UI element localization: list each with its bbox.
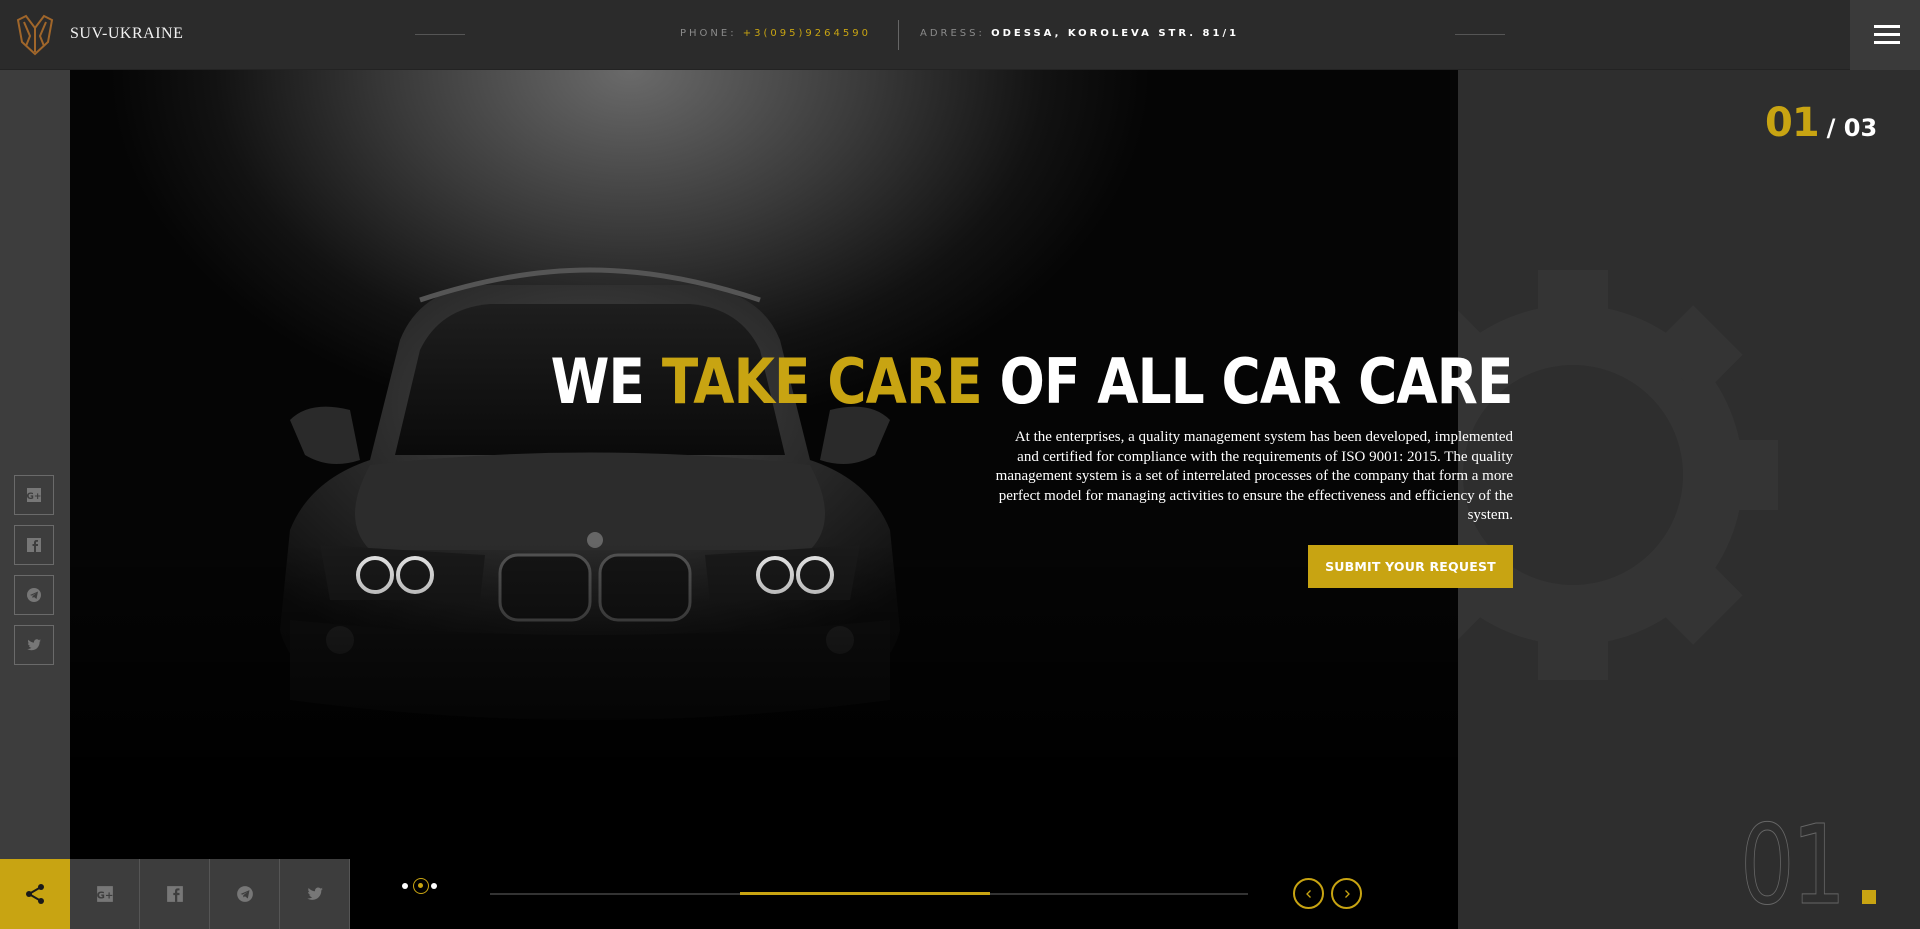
bottom-google-plus-button[interactable]: G+ (70, 859, 140, 929)
share-button[interactable] (0, 859, 70, 929)
right-panel (1458, 70, 1920, 929)
sidebar-telegram-button[interactable] (14, 575, 54, 615)
twitter-icon (306, 887, 323, 900)
facebook-icon (166, 886, 183, 902)
hamburger-icon (1874, 25, 1900, 28)
address-info: ADRESS: ODESSA, KOROLEVA STR. 81/1 (920, 28, 1239, 39)
slide-big-number: 01 (1740, 801, 1847, 929)
chevron-left-icon (1305, 889, 1311, 898)
brand-name[interactable]: SUV-UKRAINE (70, 25, 183, 43)
sidebar-facebook-button[interactable] (14, 525, 54, 565)
slide-total: / 03 (1826, 114, 1878, 142)
headline-post: OF ALL CAR CARE (982, 345, 1514, 418)
slide-dot-1[interactable] (402, 883, 408, 889)
accent-square (1862, 890, 1876, 904)
header-divider-left (415, 34, 465, 35)
slide-dot-2[interactable] (413, 878, 429, 894)
telegram-icon (236, 886, 253, 902)
slide-progress-fill (740, 892, 991, 895)
logo-icon[interactable] (12, 12, 58, 58)
phone-link[interactable]: +3(095)9264590 (743, 28, 871, 39)
social-sidebar: G+ (0, 70, 70, 859)
twitter-icon (27, 639, 41, 651)
address-value: ODESSA, KOROLEVA STR. 81/1 (991, 28, 1240, 39)
headline-pre: WE (551, 345, 663, 418)
facebook-icon (27, 538, 41, 552)
bottom-telegram-button[interactable] (210, 859, 280, 929)
sidebar-google-plus-button[interactable]: G+ (14, 475, 54, 515)
hero-headline: WE TAKE CARE OF ALL CAR CARE (551, 345, 1514, 418)
hamburger-icon-line (1874, 41, 1900, 44)
phone-info: PHONE: +3(095)9264590 (680, 28, 871, 39)
site-header: SUV-UKRAINE PHONE: +3(095)9264590 ADRESS… (0, 0, 1920, 70)
hero-description: At the enterprises, a quality management… (995, 429, 1513, 523)
page: SUV-UKRAINE PHONE: +3(095)9264590 ADRESS… (0, 0, 1920, 929)
next-slide-button[interactable] (1331, 878, 1362, 909)
hamburger-icon-line (1874, 33, 1900, 36)
slide-current: 01 (1765, 100, 1820, 146)
telegram-icon (27, 588, 41, 602)
svg-text:G+: G+ (27, 492, 42, 502)
phone-label: PHONE: (680, 28, 737, 39)
share-icon (26, 884, 44, 904)
submit-request-button[interactable]: SUBMIT YOUR REQUEST (1308, 545, 1513, 588)
google-plus-icon: G+ (96, 886, 113, 902)
bottom-twitter-button[interactable] (280, 859, 350, 929)
header-divider-right (1455, 34, 1505, 35)
svg-text:G+: G+ (96, 891, 113, 902)
slide-counter: 01/ 03 (1765, 100, 1877, 146)
address-label: ADRESS: (920, 28, 985, 39)
sidebar-twitter-button[interactable] (14, 625, 54, 665)
slide-progress-track (490, 892, 1248, 895)
bottom-facebook-button[interactable] (140, 859, 210, 929)
headline-accent: TAKE CARE (662, 345, 983, 418)
chevron-right-icon (1344, 889, 1350, 898)
prev-slide-button[interactable] (1293, 878, 1324, 909)
google-plus-icon: G+ (27, 488, 42, 502)
slide-dot-3[interactable] (431, 883, 437, 889)
header-separator (898, 20, 899, 50)
menu-button[interactable] (1850, 0, 1920, 70)
